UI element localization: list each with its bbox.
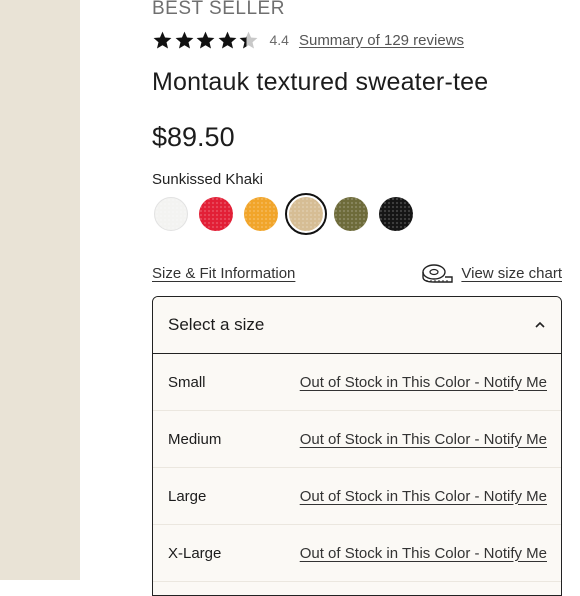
size-option-label: Small <box>168 373 206 391</box>
red-swatch[interactable] <box>199 197 233 231</box>
black-swatch[interactable] <box>379 197 413 231</box>
rating-row: 4.4 Summary of 129 reviews <box>152 28 464 52</box>
reviews-summary-link[interactable]: Summary of 129 reviews <box>299 32 464 49</box>
best-seller-badge: BEST SELLER <box>152 0 285 19</box>
swatch-texture <box>244 197 278 231</box>
size-select-dropdown: Select a size Small Out of Stock in This… <box>152 296 562 596</box>
swatch-texture <box>199 197 233 231</box>
swatch-texture <box>289 197 323 231</box>
size-option-label: X-Large <box>168 544 222 562</box>
notify-me-link[interactable]: Out of Stock in This Color - Notify Me <box>300 431 547 448</box>
yellow-swatch[interactable] <box>244 197 278 231</box>
measuring-tape-icon <box>422 264 454 283</box>
size-select-toggle[interactable]: Select a size <box>153 297 561 354</box>
star-icon <box>239 31 258 49</box>
size-option-medium[interactable]: Medium Out of Stock in This Color - Noti… <box>153 411 561 468</box>
notify-me-link[interactable]: Out of Stock in This Color - Notify Me <box>300 488 547 505</box>
view-size-chart-link[interactable]: View size chart <box>421 262 562 284</box>
size-option-label: Medium <box>168 430 222 448</box>
size-option-label: Large <box>168 487 207 505</box>
star-icon <box>175 31 193 49</box>
product-price: $89.50 <box>152 122 235 152</box>
product-title: Montauk textured sweater-tee <box>152 68 489 96</box>
star-icon <box>196 31 215 49</box>
size-fit-link[interactable]: Size & Fit Information <box>152 265 295 282</box>
size-option-large[interactable]: Large Out of Stock in This Color - Notif… <box>153 468 561 525</box>
selected-color-name: Sunkissed Khaki <box>152 171 263 188</box>
color-swatches <box>154 193 424 235</box>
white-swatch[interactable] <box>154 197 188 231</box>
olive-swatch[interactable] <box>334 197 368 231</box>
swatch-texture <box>155 198 187 230</box>
swatch-texture <box>334 197 368 231</box>
swatch-texture <box>379 197 413 231</box>
size-option-x-large[interactable]: X-Large Out of Stock in This Color - Not… <box>153 525 561 582</box>
size-chart-label: View size chart <box>461 264 562 282</box>
size-select-label: Select a size <box>168 315 265 334</box>
star-rating <box>152 30 260 51</box>
rating-value: 4.4 <box>269 32 289 48</box>
star-icon <box>153 31 172 49</box>
notify-me-link[interactable]: Out of Stock in This Color - Notify Me <box>300 545 547 562</box>
khaki-swatch[interactable] <box>285 193 327 235</box>
size-option-small[interactable]: Small Out of Stock in This Color - Notif… <box>153 354 561 411</box>
notify-me-link[interactable]: Out of Stock in This Color - Notify Me <box>300 374 547 391</box>
star-icon <box>218 31 236 49</box>
chevron-up-icon <box>535 321 545 328</box>
left-image-panel <box>0 0 80 580</box>
